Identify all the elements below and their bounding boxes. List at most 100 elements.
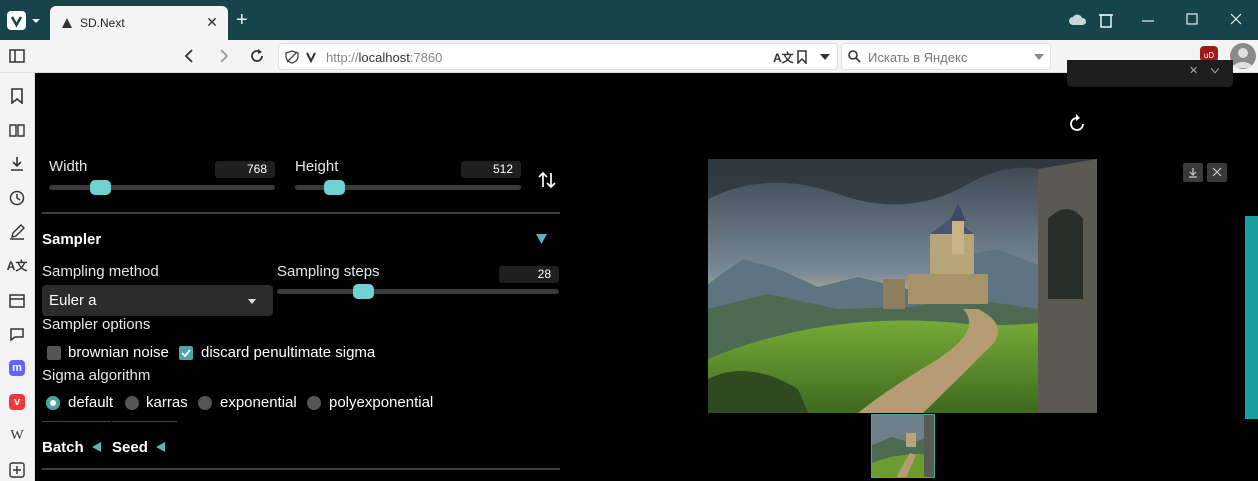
bookmark-icon[interactable] [797, 50, 807, 64]
collapse-triangle-icon[interactable] [536, 234, 547, 244]
address-bar[interactable]: http://localhost:7860 A文 [278, 43, 838, 70]
thumbnail-image [872, 415, 934, 477]
seed-title: Seed [112, 439, 148, 456]
sampler-section-title[interactable]: Sampler [42, 231, 101, 248]
chevron-down-icon [248, 299, 256, 304]
checkbox-box[interactable] [47, 346, 61, 360]
forward-button[interactable] [213, 45, 235, 67]
checkbox-box-checked[interactable] [179, 346, 193, 360]
sigma-radio-exponential[interactable]: exponential [198, 394, 302, 412]
site-security-icon[interactable] [285, 50, 299, 64]
expand-triangle-icon [92, 442, 102, 452]
feeds-icon[interactable] [6, 323, 28, 345]
checkbox-label: discard penultimate sigma [201, 344, 376, 361]
width-slider-track[interactable] [49, 185, 275, 190]
sampling-steps-label: Sampling steps [277, 263, 380, 280]
partial-dropdown-control[interactable]: ✕ [1067, 60, 1233, 87]
width-number-input[interactable]: 768 [215, 161, 275, 178]
vivaldi-menu-button[interactable] [7, 11, 26, 30]
minimize-window-button[interactable] [1136, 8, 1160, 32]
gallery-thumbnail[interactable] [871, 414, 935, 478]
user-icon [1233, 48, 1253, 68]
sigma-radio-karras[interactable]: karras [125, 394, 195, 412]
add-panel-icon[interactable] [6, 459, 28, 481]
height-number-input[interactable]: 512 [461, 161, 521, 178]
clear-icon[interactable]: ✕ [1189, 64, 1198, 77]
translate-icon[interactable]: A文 [773, 49, 794, 66]
chevron-down-icon[interactable] [820, 54, 830, 60]
search-field[interactable]: Искать в Яндекс [841, 43, 1051, 70]
radio-label: karras [146, 394, 188, 411]
close-image-button[interactable] [1207, 163, 1227, 182]
sampling-steps-slider-thumb[interactable] [352, 284, 374, 299]
browser-tab-strip: SD.Next ✕ + [0, 0, 1258, 40]
vivaldi-panel-icon[interactable]: v [6, 391, 28, 413]
cloud-sync-icon[interactable] [1066, 8, 1090, 32]
batch-title: Batch [42, 439, 84, 456]
tab-title: SD.Next [80, 16, 125, 30]
trash-icon[interactable] [1094, 8, 1118, 32]
chevron-down-icon[interactable] [30, 14, 42, 26]
radio-label: default [68, 394, 114, 411]
wikipedia-icon[interactable]: W [6, 425, 28, 447]
refresh-icon [1070, 114, 1084, 131]
translate-panel-icon[interactable]: A文 [6, 255, 28, 277]
panel-toggle-icon[interactable] [6, 45, 28, 67]
sigma-radio-polyexponential[interactable]: polyexponential [307, 394, 437, 412]
download-icon [1189, 168, 1197, 178]
sigma-radio-default[interactable]: default [46, 394, 121, 412]
castle-landscape-image [708, 159, 1097, 413]
radio-button[interactable] [125, 396, 139, 410]
calendar-icon[interactable] [6, 289, 28, 311]
sampling-method-value: Euler a [49, 292, 97, 309]
checkbox-label: brownian noise [68, 344, 169, 361]
expand-triangle-icon [156, 442, 166, 452]
close-tab-icon[interactable]: ✕ [204, 14, 220, 30]
sdnext-favicon-icon [62, 18, 72, 28]
swap-arrows-icon [538, 171, 556, 189]
downloads-icon[interactable] [6, 153, 28, 175]
brownian-noise-checkbox[interactable]: brownian noise [46, 344, 176, 362]
sigma-algorithm-label: Sigma algorithm [42, 367, 151, 384]
tab-divider-line [112, 421, 177, 422]
close-window-button[interactable] [1224, 8, 1248, 32]
width-slider-thumb[interactable] [90, 180, 111, 195]
url-text: http://localhost:7860 [326, 50, 443, 65]
height-label: Height [295, 158, 339, 175]
radio-button[interactable] [307, 396, 321, 410]
download-image-button[interactable] [1183, 163, 1203, 182]
reload-button[interactable] [246, 45, 268, 67]
sampling-method-dropdown[interactable]: Euler a [42, 285, 273, 316]
reading-list-icon[interactable] [6, 119, 28, 141]
close-icon [1212, 167, 1222, 177]
browser-tab-active[interactable]: SD.Next ✕ [50, 6, 228, 40]
profile-avatar[interactable] [1230, 43, 1256, 69]
batch-accordion[interactable]: Batch [42, 439, 102, 457]
sampling-steps-number-input[interactable]: 28 [499, 266, 559, 283]
maximize-window-button[interactable] [1180, 8, 1204, 32]
history-icon[interactable] [6, 187, 28, 209]
vivaldi-logo-icon [10, 16, 23, 28]
bookmarks-icon[interactable] [6, 85, 28, 107]
generated-image[interactable] [708, 159, 1097, 413]
vivaldi-badge-icon [306, 52, 316, 63]
search-icon [848, 50, 861, 63]
new-tab-button[interactable]: + [236, 9, 248, 32]
radio-button[interactable] [198, 396, 212, 410]
refresh-button[interactable] [1066, 113, 1088, 135]
seed-accordion[interactable]: Seed [112, 439, 172, 457]
notes-icon[interactable] [6, 221, 28, 243]
sampling-steps-slider-track[interactable] [277, 289, 559, 294]
swap-dimensions-button[interactable] [537, 170, 557, 190]
chevron-down-icon[interactable] [1034, 54, 1044, 60]
discard-penultimate-sigma-checkbox[interactable]: discard penultimate sigma [178, 344, 388, 362]
radio-button-selected[interactable] [46, 396, 60, 410]
scrollbar-thumb[interactable] [1245, 216, 1258, 419]
section-divider [42, 212, 560, 214]
sampler-options-label: Sampler options [42, 316, 151, 333]
mastodon-icon[interactable]: m [6, 357, 28, 379]
chevron-down-icon[interactable] [1211, 68, 1219, 73]
height-slider-thumb[interactable] [323, 180, 345, 195]
back-button[interactable] [178, 45, 200, 67]
check-icon [181, 349, 191, 358]
